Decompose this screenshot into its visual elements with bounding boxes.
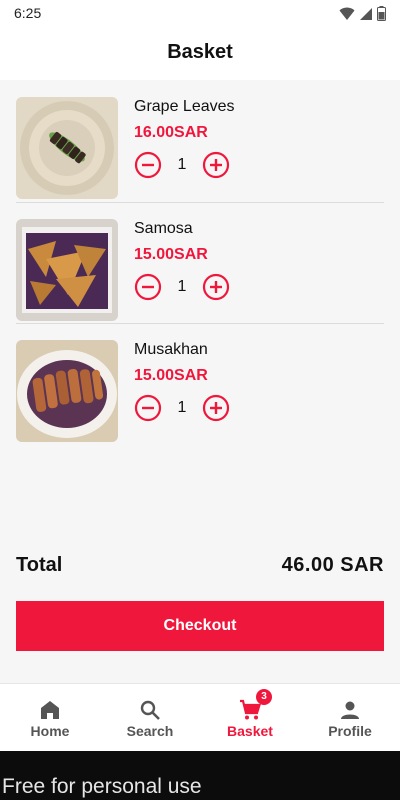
wifi-icon bbox=[339, 7, 355, 20]
item-price: 15.00SAR bbox=[134, 367, 208, 384]
person-icon bbox=[341, 701, 359, 719]
header: Basket bbox=[0, 28, 400, 80]
quantity-stepper: 1 bbox=[134, 394, 230, 422]
battery-icon bbox=[377, 6, 386, 21]
grape-leaves-image bbox=[16, 97, 118, 199]
status-bar: 6:25 bbox=[0, 0, 400, 28]
cart-count-badge: 3 bbox=[256, 689, 272, 705]
home-icon bbox=[41, 701, 59, 719]
quantity-stepper: 1 bbox=[134, 151, 230, 179]
decrease-quantity-button[interactable] bbox=[134, 273, 162, 301]
increase-quantity-button[interactable] bbox=[202, 394, 230, 422]
nav-label: Search bbox=[126, 723, 174, 739]
basket-item-grape-leaves: Grape Leaves 16.00SAR 1 bbox=[16, 80, 384, 201]
samosa-image bbox=[16, 219, 118, 321]
item-price: 15.00SAR bbox=[134, 246, 208, 263]
nav-item-profile[interactable]: Profile bbox=[300, 684, 400, 752]
watermark-text: Free for personal use bbox=[2, 775, 202, 798]
nav-label: Profile bbox=[328, 723, 372, 739]
page-title: Basket bbox=[167, 41, 233, 63]
bottom-nav: Home Search 3 Basket Profile bbox=[0, 683, 400, 751]
nav-item-basket[interactable]: 3 Basket bbox=[200, 684, 300, 752]
decrease-quantity-button[interactable] bbox=[134, 151, 162, 179]
nav-item-home[interactable]: Home bbox=[0, 684, 100, 752]
quantity-value: 1 bbox=[177, 156, 187, 173]
search-icon bbox=[140, 700, 160, 720]
decrease-quantity-button[interactable] bbox=[134, 394, 162, 422]
musakhan-image bbox=[16, 340, 118, 442]
quantity-value: 1 bbox=[177, 278, 187, 295]
increase-quantity-button[interactable] bbox=[202, 273, 230, 301]
nav-item-search[interactable]: Search bbox=[100, 684, 200, 752]
item-name: Samosa bbox=[134, 220, 193, 237]
status-icons bbox=[339, 6, 386, 21]
quantity-stepper: 1 bbox=[134, 273, 230, 301]
item-name: Musakhan bbox=[134, 341, 208, 358]
nav-label: Home bbox=[30, 723, 70, 739]
basket-item-musakhan: Musakhan 15.00SAR 1 bbox=[16, 323, 384, 444]
status-time: 6:25 bbox=[14, 5, 42, 21]
watermark-bar: Free for personal use bbox=[0, 751, 400, 800]
checkout-button[interactable]: Checkout bbox=[16, 601, 384, 651]
increase-quantity-button[interactable] bbox=[202, 151, 230, 179]
total-label: Total bbox=[16, 554, 63, 576]
basket-item-samosa: Samosa 15.00SAR 1 bbox=[16, 202, 384, 323]
item-price: 16.00SAR bbox=[134, 124, 208, 141]
total-value: 46.00 SAR bbox=[281, 554, 384, 576]
nav-label: Basket bbox=[227, 723, 273, 739]
quantity-value: 1 bbox=[177, 399, 187, 416]
item-name: Grape Leaves bbox=[134, 98, 235, 115]
signal-icon bbox=[360, 7, 372, 20]
